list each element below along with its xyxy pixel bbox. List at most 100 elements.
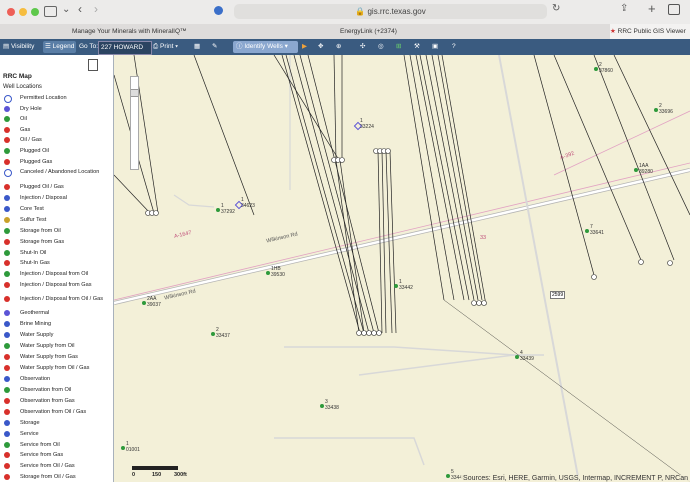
oil-icon xyxy=(4,116,10,122)
url-text: gis.rrc.texas.gov xyxy=(367,7,426,16)
help-icon[interactable]: ? xyxy=(452,41,456,53)
print-button[interactable]: ⎙ Print ▾ xyxy=(153,41,178,53)
app-toolbar: ▤ Visibility ☰ Legend Go To: 227 HOWARD … xyxy=(0,39,690,55)
tab-energylink[interactable]: EnergyLink (+2374) xyxy=(340,24,397,39)
injection-oil-icon xyxy=(4,271,10,277)
forward-icon[interactable]: › xyxy=(94,2,98,16)
visibility-button[interactable]: ▤ Visibility xyxy=(3,41,34,53)
tab-mineraliq[interactable]: Manage Your Minerals with MineralIQ™ xyxy=(72,24,187,39)
well-label: 1AA 39280 xyxy=(639,163,653,175)
zoom-in-icon[interactable]: ⊕ xyxy=(336,41,341,53)
tab-overview-icon[interactable] xyxy=(668,4,680,15)
new-tab-icon[interactable]: + xyxy=(648,1,656,16)
basemap-icon[interactable]: ▦ xyxy=(194,41,200,53)
legend-item-label: Water Supply from Gas xyxy=(20,354,78,360)
goto-label: Go To: xyxy=(79,43,99,50)
add-data-icon[interactable]: ⊞ xyxy=(396,41,401,53)
reports-icon[interactable]: ▣ xyxy=(432,41,438,53)
storage-gas-icon xyxy=(4,239,10,245)
oil-well-icon[interactable] xyxy=(594,67,598,71)
chevron-down-icon[interactable]: ⌄ xyxy=(62,4,70,15)
oil-well-icon[interactable] xyxy=(320,404,324,408)
legend-panel: RRC Map Well Locations Permitted Locatio… xyxy=(0,55,114,482)
legend-button[interactable]: ☰ Legend xyxy=(43,41,77,53)
scale-label: 300ft xyxy=(174,472,187,478)
brine-mining-icon xyxy=(4,321,10,327)
oil-well-icon[interactable] xyxy=(515,355,519,359)
oil-well-icon[interactable] xyxy=(585,229,589,233)
tab-bar: Manage Your Minerals with MineralIQ™ Ene… xyxy=(0,24,690,40)
pan-icon[interactable]: ✥ xyxy=(318,41,323,53)
storage-icon xyxy=(4,420,10,426)
well-label: 1 37292 xyxy=(221,203,235,215)
pdf-icon[interactable] xyxy=(88,59,98,71)
identify-wells-button[interactable]: ⓘ Identify Wells ▾ xyxy=(233,41,298,53)
address-bar[interactable]: 🔒 gis.rrc.texas.gov xyxy=(234,4,547,19)
oil-well-icon[interactable] xyxy=(121,446,125,450)
tab-rrc-gis[interactable]: ★ RRC Public GIS Viewer xyxy=(610,24,690,39)
oil-well-icon[interactable] xyxy=(266,271,270,275)
legend-item-label: Water Supply xyxy=(20,332,54,338)
goto-input[interactable]: 227 HOWARD xyxy=(98,41,152,55)
site-shield-icon[interactable] xyxy=(214,6,223,15)
well-label: 3 33438 xyxy=(325,399,339,411)
oil-well-icon[interactable] xyxy=(142,301,146,305)
legend-item-label: Storage xyxy=(20,420,40,426)
minimize-window-icon[interactable] xyxy=(19,8,27,16)
select-icon[interactable]: ▶ xyxy=(302,41,307,53)
legend-subtitle: Well Locations xyxy=(3,84,42,90)
legend-item-label: Service from Oil / Gas xyxy=(20,463,75,469)
well-label: 1 34623 xyxy=(241,197,255,209)
oil-well-icon[interactable] xyxy=(216,208,220,212)
well-api: 37292 xyxy=(221,208,235,215)
well-label: 7 33641 xyxy=(590,224,604,236)
legend-item-label: Permitted Location xyxy=(20,95,67,101)
measure-icon[interactable]: ✎ xyxy=(212,41,217,53)
injection-oil-gas-icon xyxy=(4,296,10,302)
well-label: 2AA 39037 xyxy=(147,296,161,308)
legend-item-label: Plugged Oil / Gas xyxy=(20,184,64,190)
locate-icon[interactable]: ◎ xyxy=(378,41,384,53)
reload-icon[interactable]: ↻ xyxy=(552,3,560,14)
survey-boundary xyxy=(553,110,690,176)
tab-label: Manage Your Minerals with MineralIQ™ xyxy=(72,28,187,35)
oil-well-icon[interactable] xyxy=(654,108,658,112)
zoom-slider-handle[interactable] xyxy=(131,89,138,97)
observation-icon xyxy=(4,376,10,382)
scale-label: 150 xyxy=(152,472,162,478)
back-icon[interactable]: ‹ xyxy=(78,2,82,16)
legend-item-label: Service from Gas xyxy=(20,452,64,458)
tools-icon[interactable]: ⚒ xyxy=(414,41,420,53)
lease-road xyxy=(358,354,515,376)
observation-oil-gas-icon xyxy=(4,409,10,415)
geothermal-icon xyxy=(4,310,10,316)
legend-item-label: Storage from Oil / Gas xyxy=(20,474,76,480)
legend-label: Legend xyxy=(52,43,75,50)
maximize-window-icon[interactable] xyxy=(31,8,39,16)
info-icon: ⓘ xyxy=(236,43,243,50)
zoom-slider[interactable] xyxy=(130,76,139,170)
oil-well-icon[interactable] xyxy=(634,168,638,172)
map-view[interactable]: 2 37860 2 33696 1 33224 1AA 39280 1 34623 1 37292 7 3… xyxy=(114,55,690,482)
legend-item-label: Plugged Oil xyxy=(20,148,49,154)
sidebar-toggle-icon[interactable] xyxy=(44,6,57,17)
well-label: 2 33696 xyxy=(659,103,673,115)
oil-well-icon[interactable] xyxy=(211,332,215,336)
scale-bar-fill xyxy=(132,469,178,470)
map-canvas xyxy=(114,55,690,482)
observation-gas-icon xyxy=(4,398,10,404)
oil-well-icon[interactable] xyxy=(394,284,398,288)
well-label: 1HB 39530 xyxy=(271,266,285,278)
legend-item-label: Oil / Gas xyxy=(20,137,42,143)
legend-item-label: Injection / Disposal from Gas xyxy=(20,282,92,288)
share-icon[interactable]: ⇪ xyxy=(620,3,628,14)
close-window-icon[interactable] xyxy=(7,8,15,16)
oil-well-icon[interactable] xyxy=(446,474,450,478)
visibility-label: Visibility xyxy=(10,43,35,50)
extent-icon[interactable]: ✣ xyxy=(360,41,365,53)
legend-icon: ☰ xyxy=(45,43,51,50)
legend-item-label: Observation from Oil / Gas xyxy=(20,409,87,415)
tab-label: EnergyLink (+2374) xyxy=(340,28,397,35)
legend-item-label: Oil xyxy=(20,116,27,122)
observation-oil-icon xyxy=(4,387,10,393)
